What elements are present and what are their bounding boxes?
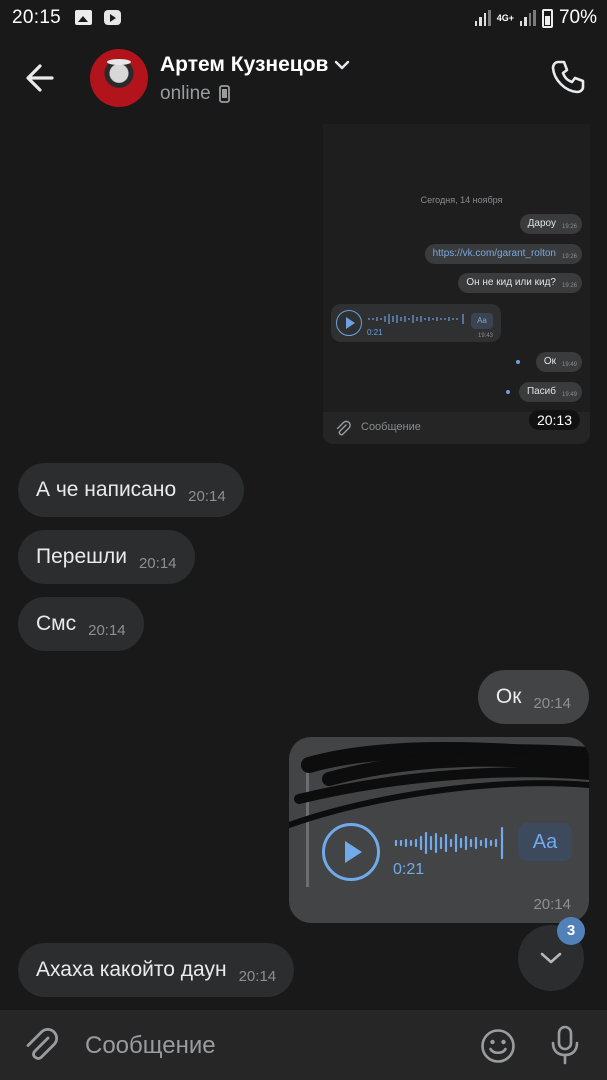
embedded-waveform [368,314,464,324]
contact-name-row[interactable]: Артем Кузнецов [160,53,350,77]
unread-count-badge: 3 [557,917,585,945]
message-time: 20:14 [88,621,126,639]
network-type: 4G+ [496,12,514,23]
chevron-down-icon[interactable] [334,59,350,71]
message-text: Ахаха какойто даун [36,958,227,981]
status-bar: 20:15 4G+ 70% [0,0,607,36]
redaction-scribble [289,741,589,828]
incoming-message[interactable]: А че написано 20:14 [18,463,244,517]
incoming-message[interactable]: Смс 20:14 [18,597,144,651]
message-text: Перешли [36,545,127,568]
embedded-message: Ок 19:49 [535,352,582,372]
avatar[interactable] [90,49,148,107]
back-arrow-icon[interactable] [22,60,62,96]
embedded-message: Дароу 19:26 [519,214,582,234]
message-time: 20:14 [188,487,226,505]
outgoing-message[interactable]: Ок 20:14 [477,670,589,724]
microphone-icon[interactable] [548,1025,582,1065]
incoming-message[interactable]: Ахаха какойто даун 20:14 [18,943,295,997]
embedded-transcribe-button: Aa [471,313,493,329]
message-text: Ок [495,685,522,708]
message-text: А че написано [36,478,177,501]
online-status: online [160,83,211,104]
emoji-icon[interactable] [480,1028,516,1064]
status-time: 20:15 [12,7,62,28]
embedded-message: Пасиб 19:49 [518,382,582,402]
paperclip-icon[interactable] [22,1026,60,1064]
embedded-voice-duration: 0:21 [367,328,383,337]
embedded-input-placeholder: Сообщение [361,421,421,433]
embedded-voice-time: 19:43 [477,333,493,339]
signal-icon-2 [519,10,536,26]
embedded-play-icon [336,310,362,336]
message-composer: Сообщение [0,1010,607,1080]
message-time: 20:14 [533,896,571,913]
image-message-screenshot[interactable]: Сегодня, 14 ноября Дароу 19:26 https://vk… [323,124,590,444]
embedded-message-link: https://vk.com/garant_rolton 19:26 [424,244,582,264]
voice-waveform[interactable] [393,826,507,860]
gallery-notification-icon [75,10,92,25]
message-input[interactable]: Сообщение [85,1032,216,1060]
message-time: 20:14 [138,554,177,572]
embedded-paperclip-icon [336,420,351,436]
transcribe-button[interactable]: Aa [518,823,572,861]
chat-header: Артем Кузнецов online [0,36,607,122]
mobile-device-icon [218,85,230,103]
phone-call-icon[interactable] [549,58,587,96]
contact-status-row: online [160,83,230,105]
unread-dot [516,360,520,364]
battery-icon [541,8,553,28]
embedded-voice-message: 0:21 Aa 19:43 [331,304,501,342]
contact-name[interactable]: Артем Кузнецов [160,53,328,77]
forwarded-voice-message[interactable]: 0:21 Aa 20:14 [289,737,589,923]
message-text: Смс [36,612,77,635]
voice-duration: 0:21 [393,861,425,878]
unread-dot [506,390,510,394]
signal-icon [474,10,491,26]
play-button[interactable] [322,823,380,881]
battery-level: 70% [558,7,597,28]
embedded-date: Сегодня, 14 ноября [420,195,503,205]
image-timestamp: 20:13 [528,410,580,430]
message-time: 20:14 [533,694,571,712]
chevron-down-icon [540,952,562,964]
embedded-message: Он не кид или кид? 19:26 [458,273,582,293]
message-time: 20:14 [238,967,277,985]
incoming-message[interactable]: Перешли 20:14 [18,530,195,584]
youtube-notification-icon [104,10,121,25]
